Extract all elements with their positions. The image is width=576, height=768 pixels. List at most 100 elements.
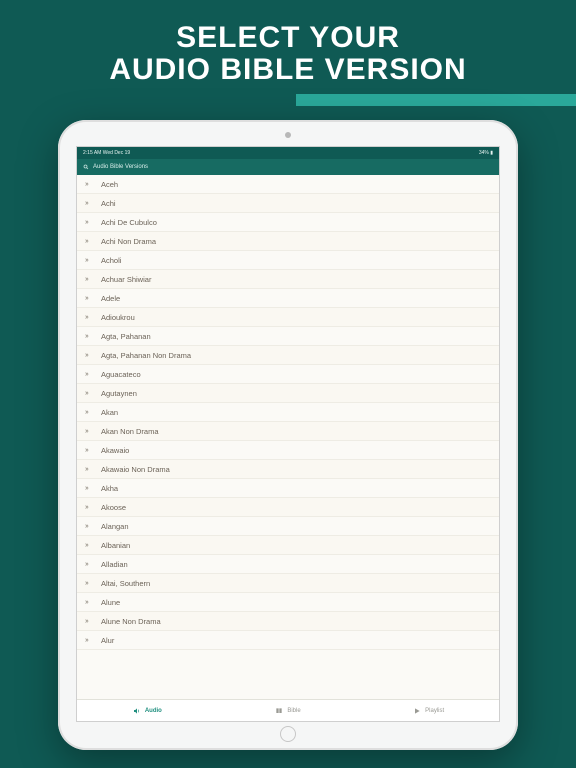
list-item[interactable]: ›› Akha bbox=[77, 479, 499, 498]
list-item[interactable]: ›› Achi De Cubulco bbox=[77, 213, 499, 232]
chevron-right-icon: ›› bbox=[85, 618, 95, 625]
list-item-label: Akan bbox=[101, 408, 491, 417]
list-item[interactable]: ›› Akawaio Non Drama bbox=[77, 460, 499, 479]
list-item[interactable]: ›› Altai, Southern bbox=[77, 574, 499, 593]
search-bar[interactable]: Audio Bible Versions bbox=[77, 159, 499, 175]
chevron-right-icon: ›› bbox=[85, 295, 95, 302]
list-item[interactable]: ›› Akan Non Drama bbox=[77, 422, 499, 441]
list-item-label: Altai, Southern bbox=[101, 579, 491, 588]
list-item-label: Albanian bbox=[101, 541, 491, 550]
tab-bar: Audio Bible Playlist bbox=[77, 699, 499, 721]
promo-headline: SELECT YOUR AUDIO BIBLE VERSION bbox=[0, 0, 576, 85]
chevron-right-icon: ›› bbox=[85, 523, 95, 530]
chevron-right-icon: ›› bbox=[85, 333, 95, 340]
chevron-right-icon: ›› bbox=[85, 542, 95, 549]
tablet-camera bbox=[285, 132, 291, 138]
list-item-label: Adele bbox=[101, 294, 491, 303]
chevron-right-icon: ›› bbox=[85, 580, 95, 587]
tab-audio[interactable]: Audio bbox=[77, 700, 218, 721]
list-item[interactable]: ›› Albanian bbox=[77, 536, 499, 555]
list-item-label: Aceh bbox=[101, 180, 491, 189]
list-item-label: Akoose bbox=[101, 503, 491, 512]
tab-bible[interactable]: Bible bbox=[218, 700, 359, 721]
list-item-label: Akawaio Non Drama bbox=[101, 465, 491, 474]
chevron-right-icon: ›› bbox=[85, 181, 95, 188]
chevron-right-icon: ›› bbox=[85, 314, 95, 321]
search-icon bbox=[83, 164, 89, 170]
list-item[interactable]: ›› Adioukrou bbox=[77, 308, 499, 327]
status-left: 2:15 AM Wed Dec 19 bbox=[83, 150, 130, 156]
list-item[interactable]: ›› Alladian bbox=[77, 555, 499, 574]
chevron-right-icon: ›› bbox=[85, 238, 95, 245]
book-icon bbox=[275, 707, 283, 715]
chevron-right-icon: ›› bbox=[85, 447, 95, 454]
chevron-right-icon: ›› bbox=[85, 390, 95, 397]
chevron-right-icon: ›› bbox=[85, 466, 95, 473]
list-item[interactable]: ›› Akoose bbox=[77, 498, 499, 517]
list-item[interactable]: ›› Alur bbox=[77, 631, 499, 650]
list-item-label: Agta, Pahanan Non Drama bbox=[101, 351, 491, 360]
list-item-label: Alangan bbox=[101, 522, 491, 531]
list-item[interactable]: ›› Akan bbox=[77, 403, 499, 422]
list-item[interactable]: ›› Achuar Shiwiar bbox=[77, 270, 499, 289]
list-item[interactable]: ›› Adele bbox=[77, 289, 499, 308]
list-item[interactable]: ›› Achi Non Drama bbox=[77, 232, 499, 251]
headline-line-1: SELECT YOUR bbox=[0, 22, 576, 54]
list-item-label: Achi Non Drama bbox=[101, 237, 491, 246]
status-bar: 2:15 AM Wed Dec 19 34% ▮ bbox=[77, 147, 499, 159]
list-item[interactable]: ›› Aceh bbox=[77, 175, 499, 194]
chevron-right-icon: ›› bbox=[85, 200, 95, 207]
play-icon bbox=[413, 707, 421, 715]
list-item[interactable]: ›› Alangan bbox=[77, 517, 499, 536]
chevron-right-icon: ›› bbox=[85, 485, 95, 492]
chevron-right-icon: ›› bbox=[85, 352, 95, 359]
list-item-label: Adioukrou bbox=[101, 313, 491, 322]
list-item-label: Achuar Shiwiar bbox=[101, 275, 491, 284]
tablet-home-button bbox=[280, 726, 296, 742]
speaker-icon bbox=[133, 707, 141, 715]
list-item-label: Alune bbox=[101, 598, 491, 607]
chevron-right-icon: ›› bbox=[85, 409, 95, 416]
list-item[interactable]: ›› Acholi bbox=[77, 251, 499, 270]
headline-line-2: AUDIO BIBLE VERSION bbox=[0, 54, 576, 86]
list-item-label: Achi bbox=[101, 199, 491, 208]
status-right: 34% ▮ bbox=[479, 150, 493, 156]
list-item-label: Alladian bbox=[101, 560, 491, 569]
tab-bible-label: Bible bbox=[287, 708, 300, 714]
tab-playlist[interactable]: Playlist bbox=[358, 700, 499, 721]
tab-audio-label: Audio bbox=[145, 708, 162, 714]
tablet-frame: 2:15 AM Wed Dec 19 34% ▮ Audio Bible Ver… bbox=[58, 120, 518, 750]
tablet-screen: 2:15 AM Wed Dec 19 34% ▮ Audio Bible Ver… bbox=[76, 146, 500, 722]
list-item[interactable]: ›› Agutaynen bbox=[77, 384, 499, 403]
chevron-right-icon: ›› bbox=[85, 504, 95, 511]
chevron-right-icon: ›› bbox=[85, 219, 95, 226]
chevron-right-icon: ›› bbox=[85, 257, 95, 264]
chevron-right-icon: ›› bbox=[85, 276, 95, 283]
list-item[interactable]: ›› Agta, Pahanan Non Drama bbox=[77, 346, 499, 365]
list-item-label: Achi De Cubulco bbox=[101, 218, 491, 227]
list-item-label: Agutaynen bbox=[101, 389, 491, 398]
version-list[interactable]: ›› Aceh ›› Achi ›› Achi De Cubulco ›› Achi Non … bbox=[77, 175, 499, 699]
list-item-label: Akan Non Drama bbox=[101, 427, 491, 436]
accent-stripe bbox=[296, 94, 576, 106]
list-item[interactable]: ›› Achi bbox=[77, 194, 499, 213]
list-item-label: Agta, Pahanan bbox=[101, 332, 491, 341]
chevron-right-icon: ›› bbox=[85, 599, 95, 606]
search-placeholder: Audio Bible Versions bbox=[93, 164, 148, 170]
list-item[interactable]: ›› Agta, Pahanan bbox=[77, 327, 499, 346]
chevron-right-icon: ›› bbox=[85, 637, 95, 644]
list-item-label: Aguacateco bbox=[101, 370, 491, 379]
list-item-label: Akha bbox=[101, 484, 491, 493]
list-item-label: Akawaio bbox=[101, 446, 491, 455]
list-item[interactable]: ›› Aguacateco bbox=[77, 365, 499, 384]
chevron-right-icon: ›› bbox=[85, 371, 95, 378]
chevron-right-icon: ›› bbox=[85, 428, 95, 435]
list-item[interactable]: ›› Alune Non Drama bbox=[77, 612, 499, 631]
list-item[interactable]: ›› Alune bbox=[77, 593, 499, 612]
chevron-right-icon: ›› bbox=[85, 561, 95, 568]
list-item[interactable]: ›› Akawaio bbox=[77, 441, 499, 460]
list-item-label: Alur bbox=[101, 636, 491, 645]
tab-playlist-label: Playlist bbox=[425, 708, 444, 714]
list-item-label: Alune Non Drama bbox=[101, 617, 491, 626]
list-item-label: Acholi bbox=[101, 256, 491, 265]
